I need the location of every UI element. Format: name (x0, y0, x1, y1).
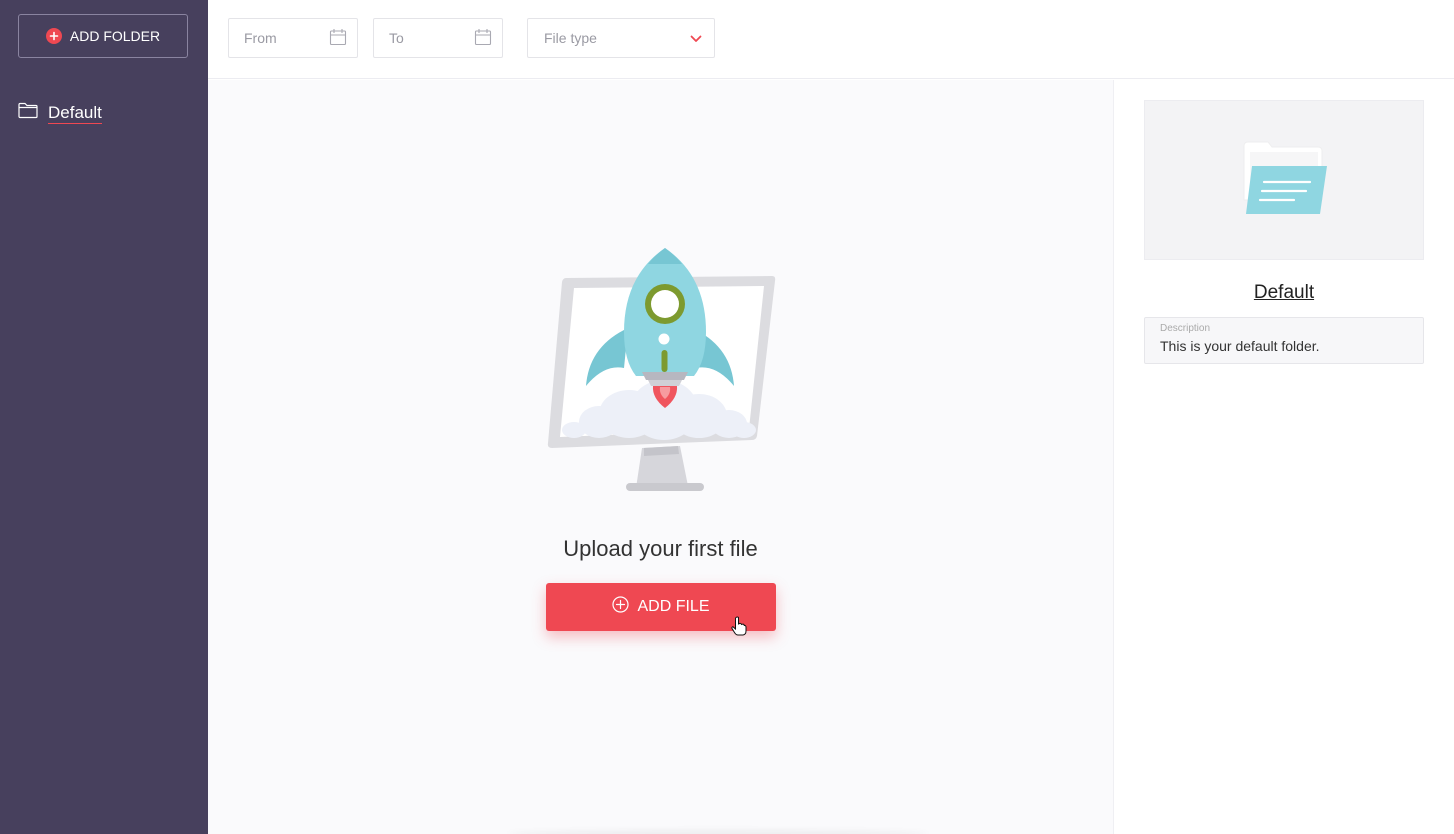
rocket-monitor-illustration (544, 246, 780, 499)
plus-circle-icon (45, 28, 62, 44)
file-area: Upload your first file ADD FILE (208, 80, 1113, 834)
from-placeholder: From (244, 30, 277, 46)
hand-pointer-icon (731, 616, 747, 641)
from-date-input[interactable]: From (228, 18, 358, 58)
description-field[interactable]: Description This is your default folder. (1144, 317, 1424, 364)
add-folder-button[interactable]: ADD FOLDER (18, 14, 188, 58)
add-file-label: ADD FILE (637, 598, 710, 615)
folder-icon (18, 102, 38, 124)
sidebar-item-default[interactable]: Default (18, 102, 102, 124)
folder-thumbnail (1144, 100, 1424, 260)
to-placeholder: To (389, 30, 404, 46)
sidebar: ADD FOLDER Default (0, 0, 208, 834)
folder-details-panel: Default Description This is your default… (1114, 80, 1454, 834)
bottom-shadow (508, 830, 928, 834)
folder-document-icon (1238, 138, 1330, 223)
file-type-placeholder: File type (544, 30, 597, 46)
to-date-input[interactable]: To (373, 18, 503, 58)
calendar-icon[interactable] (474, 28, 492, 49)
empty-state-title: Upload your first file (563, 536, 758, 561)
chevron-down-icon (690, 30, 702, 46)
description-text: This is your default folder. (1160, 338, 1320, 354)
add-folder-label: ADD FOLDER (69, 28, 161, 44)
description-label: Description (1160, 323, 1211, 334)
folder-title[interactable]: Default (1144, 282, 1424, 304)
sidebar-item-label: Default (48, 102, 102, 124)
plus-circle-outline-icon (612, 596, 630, 618)
calendar-icon[interactable] (329, 28, 347, 49)
filter-bar: From To File type (208, 0, 1454, 79)
file-type-select[interactable]: File type (527, 18, 715, 58)
